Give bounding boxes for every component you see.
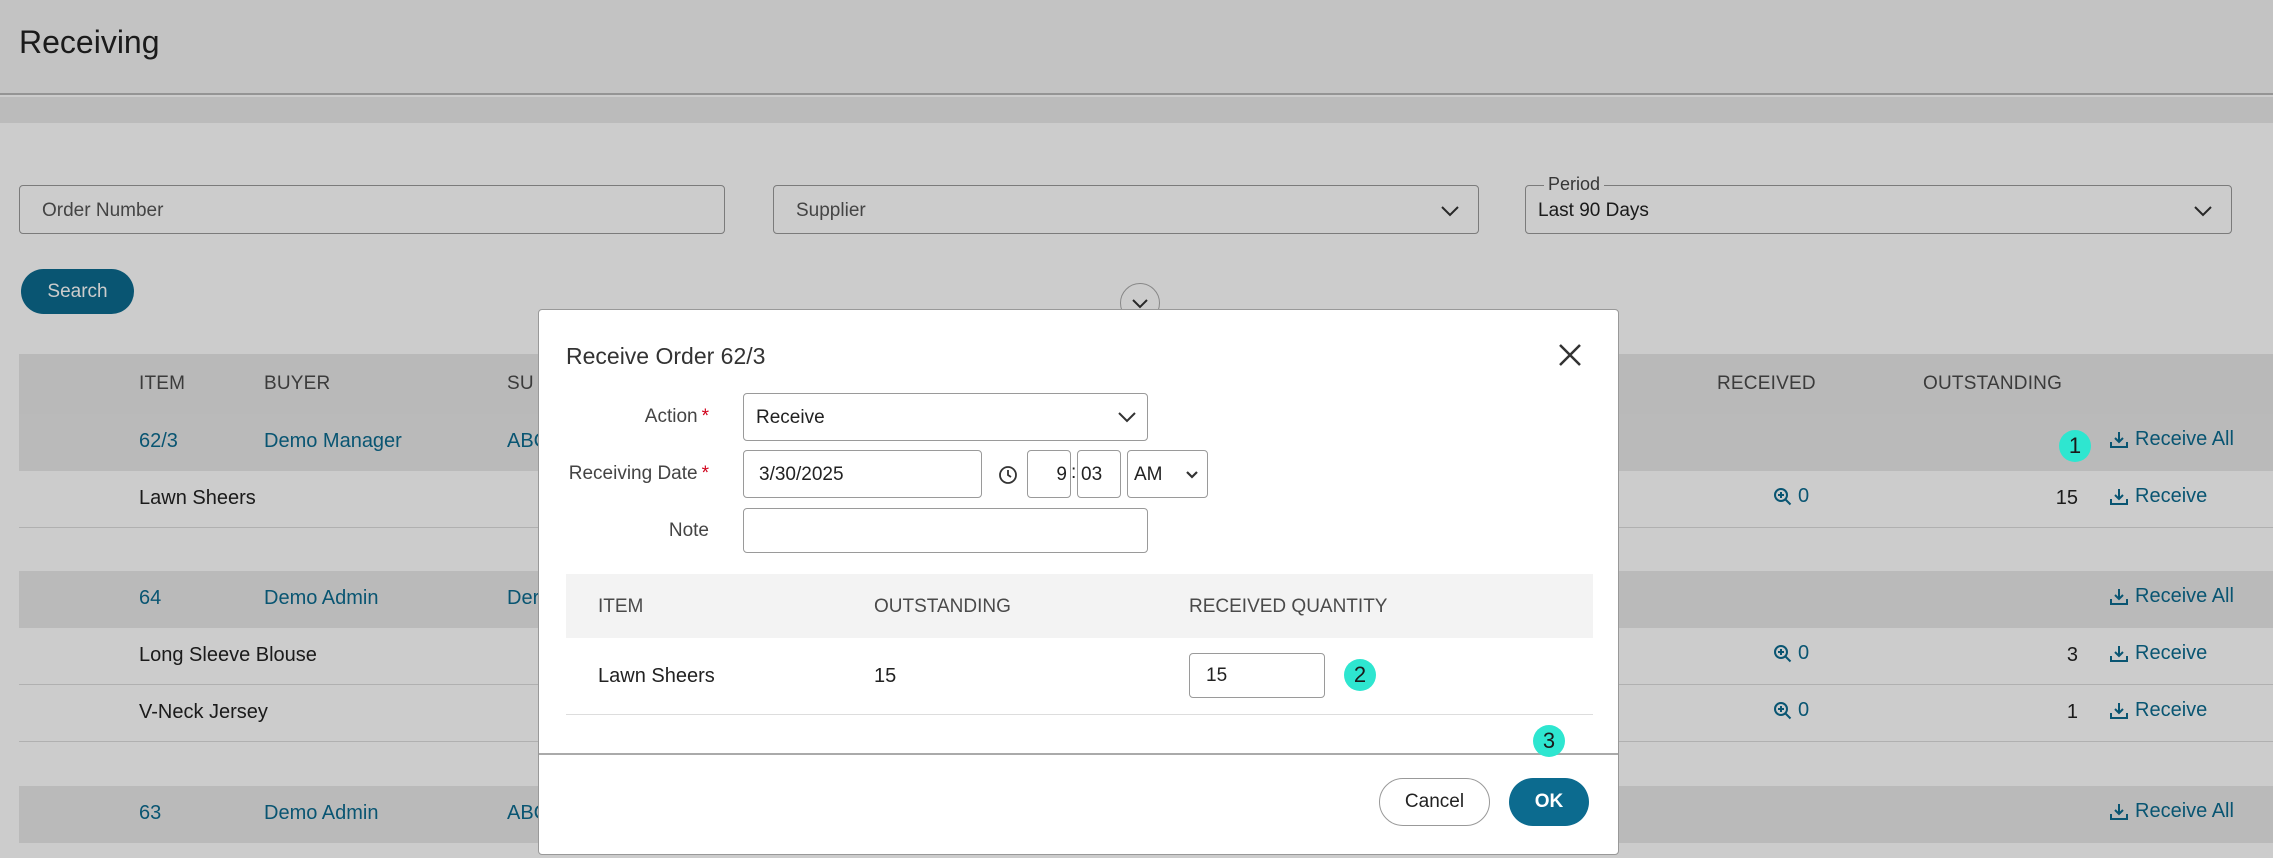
- dialog-title: Receive Order 62/3: [566, 343, 766, 369]
- step-marker-3: 3: [1533, 725, 1565, 757]
- ampm-value: AM: [1134, 464, 1163, 485]
- action-value: Receive: [756, 407, 825, 428]
- receiving-date-input[interactable]: 3/30/2025: [743, 450, 982, 498]
- minute-value: 03: [1081, 464, 1103, 485]
- dialog-col-received-quantity: RECEIVED QUANTITY: [1189, 596, 1388, 617]
- chevron-down-icon: [1118, 412, 1136, 423]
- hour-value: 9: [1056, 464, 1067, 485]
- chevron-down-icon: [1186, 471, 1198, 479]
- action-label: Action *: [644, 406, 709, 427]
- required-mark: *: [701, 463, 709, 484]
- clock-icon: [999, 466, 1017, 484]
- hour-input[interactable]: 9: [1027, 450, 1071, 498]
- dialog-table-header: ITEM OUTSTANDING RECEIVED QUANTITY: [566, 574, 1593, 638]
- cancel-button[interactable]: Cancel: [1379, 778, 1490, 826]
- ok-button[interactable]: OK: [1509, 778, 1589, 826]
- step-marker-1: 1: [2059, 430, 2091, 462]
- note-input[interactable]: [743, 508, 1148, 553]
- received-quantity-input[interactable]: 15: [1189, 653, 1325, 698]
- close-icon[interactable]: [1555, 340, 1585, 370]
- dialog-col-item: ITEM: [598, 596, 644, 617]
- dialog-table-row: Lawn Sheers 15 15: [566, 638, 1593, 715]
- received-quantity-value: 15: [1206, 665, 1228, 686]
- action-select[interactable]: Receive: [743, 393, 1148, 441]
- dialog-outstanding: 15: [874, 665, 897, 687]
- receiving-date-label: Receiving Date *: [568, 463, 709, 484]
- time-separator: :: [1071, 462, 1077, 483]
- receive-order-dialog: Receive Order 62/3 Action * Receive Recei…: [538, 309, 1619, 855]
- dialog-col-outstanding: OUTSTANDING: [874, 596, 1011, 617]
- step-marker-2: 2: [1344, 659, 1376, 691]
- ampm-select[interactable]: AM: [1127, 450, 1208, 498]
- dialog-item-name: Lawn Sheers: [598, 665, 715, 687]
- dialog-footer-divider: [539, 753, 1618, 755]
- note-label: Note: [668, 520, 709, 541]
- minute-input[interactable]: 03: [1077, 450, 1121, 498]
- required-mark: *: [701, 406, 709, 427]
- receiving-date-value: 3/30/2025: [759, 464, 844, 485]
